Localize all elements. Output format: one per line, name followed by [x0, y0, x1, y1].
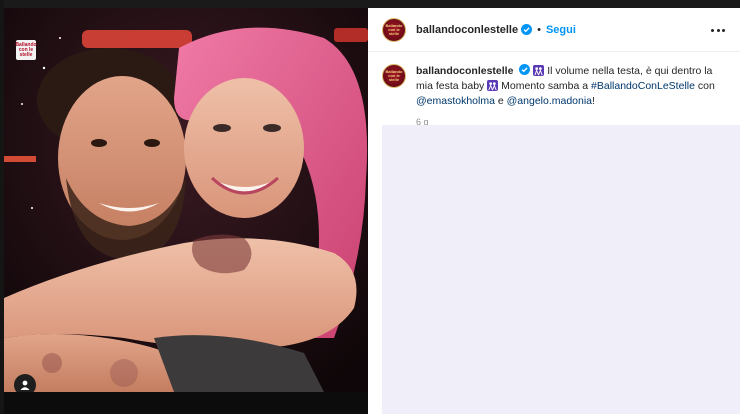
- caption-text-part5: !: [592, 95, 595, 107]
- comments-overlay: [382, 125, 740, 414]
- caption-text: ballandoconlestelle Il volume nella test…: [416, 64, 726, 109]
- caption-text-part2: Momento samba a: [501, 80, 589, 92]
- separator-dot: •: [537, 23, 541, 36]
- verified-badge-icon: [519, 64, 531, 75]
- author-username[interactable]: ballandoconlestelle: [416, 24, 518, 36]
- dancing-women-emoji-icon: [533, 65, 545, 76]
- follow-button[interactable]: Segui: [546, 24, 576, 36]
- caption-author-username[interactable]: ballandoconlestelle: [416, 65, 513, 77]
- post-side-panel: Ballando con le stelle ballandoconlestel…: [368, 8, 740, 414]
- mention-link-2[interactable]: @angelo.madonia: [507, 95, 592, 107]
- post-header: Ballando con le stelle ballandoconlestel…: [368, 8, 740, 52]
- caption-text-part4: e: [497, 95, 504, 107]
- post-photo-image: [4, 8, 368, 392]
- post-photo[interactable]: Ballando con le stelle: [4, 8, 368, 392]
- dancing-women-emoji-icon: [487, 80, 499, 91]
- mention-link-1[interactable]: @emastokholma: [416, 95, 495, 107]
- caption-body: ballandoconlestelle Il volume nella test…: [416, 64, 726, 127]
- dimmed-backdrop: [0, 0, 740, 8]
- verified-badge-icon: [521, 24, 533, 35]
- caption-author-avatar[interactable]: Ballando con le stelle: [382, 64, 406, 88]
- caption: Ballando con le stelle ballandoconlestel…: [382, 64, 727, 127]
- hashtag-link[interactable]: #BallandoConLeStelle: [591, 80, 695, 92]
- user-tag-icon[interactable]: [14, 374, 36, 392]
- tv-show-logo: Ballando con le stelle: [15, 40, 37, 60]
- author-avatar[interactable]: Ballando con le stelle: [382, 17, 406, 42]
- caption-text-part3: con: [697, 80, 715, 92]
- more-options-icon[interactable]: [708, 22, 728, 38]
